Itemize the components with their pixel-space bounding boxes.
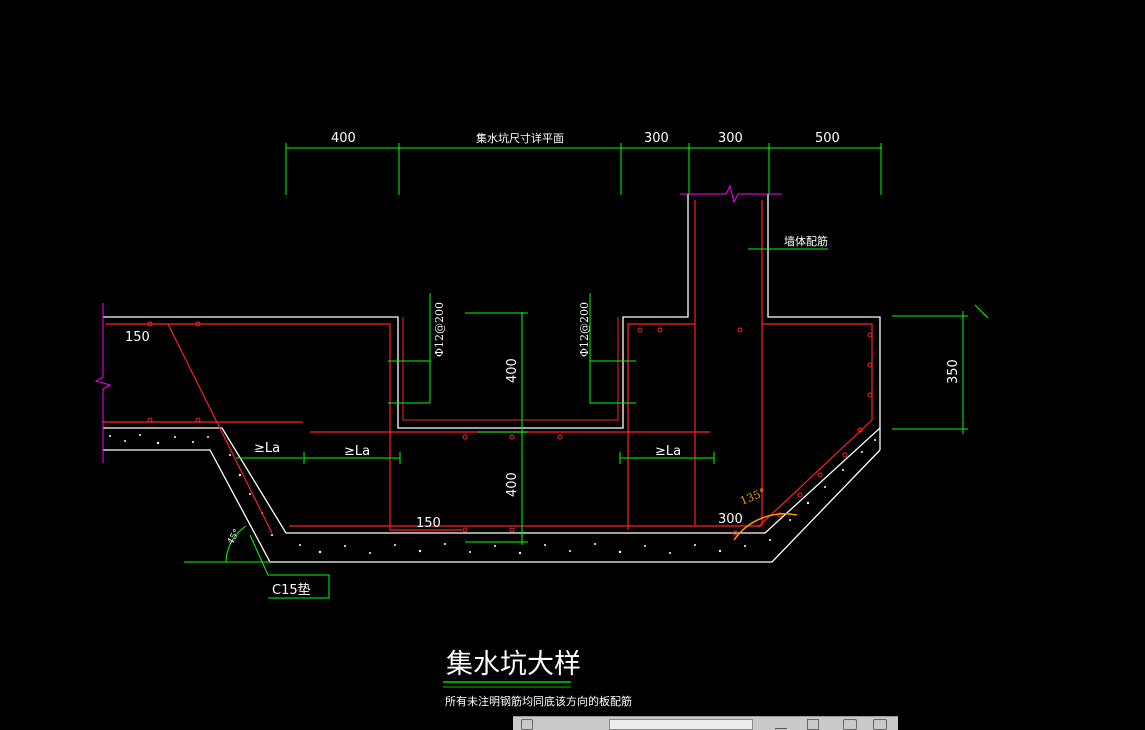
concrete-grade-label: C15垫	[272, 582, 311, 598]
dim-500: 500	[815, 131, 840, 146]
status-icon-4[interactable]	[843, 719, 857, 730]
cover-300: 300	[718, 512, 743, 527]
dim-300-a: 300	[644, 131, 669, 146]
rebar-lines	[103, 200, 873, 534]
dim-400-upper: 400	[505, 358, 520, 383]
dim-400-lower: 400	[505, 472, 520, 497]
dimension-labels: 400 集水坑尺寸详平面 300 300 500 350 400 400 Φ12…	[125, 131, 961, 598]
status-icon-5[interactable]	[873, 719, 887, 730]
dimension-lines	[184, 143, 989, 599]
rebar-label-right: Φ12@200	[578, 302, 591, 357]
status-bar[interactable]	[513, 716, 898, 730]
lap-label-1: ≥La	[254, 441, 280, 456]
status-icon-1[interactable]	[521, 719, 533, 730]
angle-label: 135°	[738, 486, 767, 508]
rebar-label-left: Φ12@200	[433, 302, 446, 357]
cad-drawing-canvas[interactable]: 400 集水坑尺寸详平面 300 300 500 350 400 400 Φ12…	[0, 0, 1145, 729]
cover-150-bottom: 150	[416, 516, 441, 531]
angle-arc	[733, 513, 798, 541]
dim-400-top: 400	[331, 131, 356, 146]
wall-rebar-note: 墙体配筋	[784, 234, 828, 248]
dim-300-b: 300	[718, 131, 743, 146]
lap-label-3: ≥La	[655, 444, 681, 459]
lap-label-2: ≥La	[344, 444, 370, 459]
status-icon-2[interactable]	[775, 719, 787, 729]
drawing-title: 集水坑大样	[446, 649, 581, 680]
dim-350: 350	[946, 359, 961, 384]
drawing-subtitle: 所有未注明钢筋均同底该方向的板配筋	[445, 694, 632, 708]
cover-150-top: 150	[125, 330, 150, 345]
plan-reference: 集水坑尺寸详平面	[476, 131, 564, 145]
status-field[interactable]	[609, 719, 753, 730]
status-icon-3[interactable]	[807, 719, 819, 730]
